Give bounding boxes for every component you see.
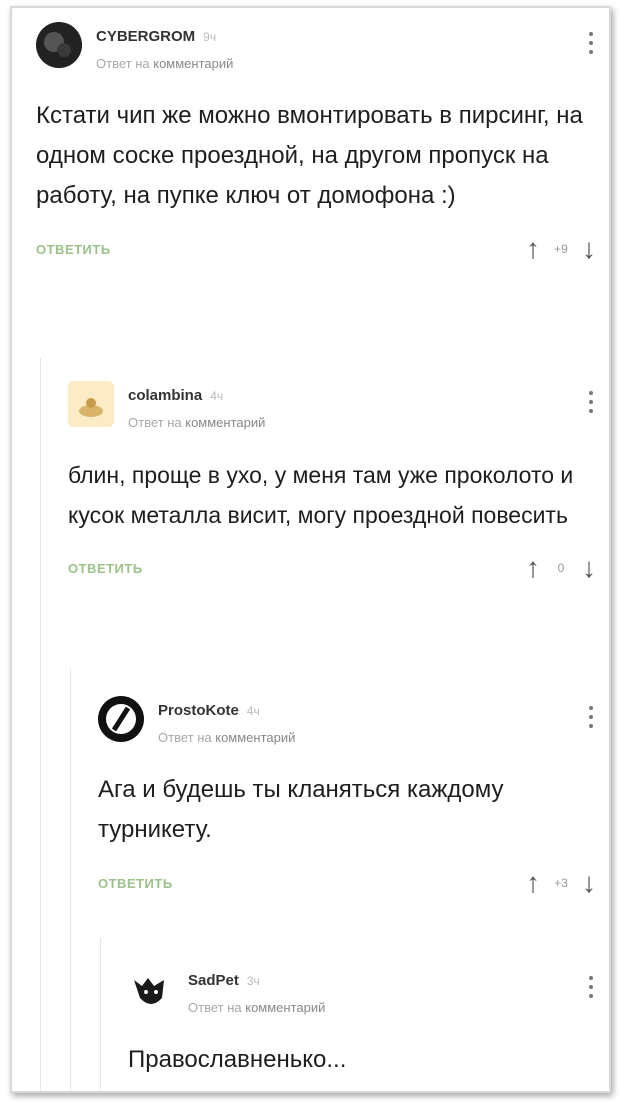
- avatar-image: [134, 978, 164, 1004]
- downvote-icon[interactable]: ↓: [582, 234, 596, 264]
- comments-panel: CYBERGROM 9ч Ответ на комментарий Кстати …: [10, 6, 611, 1093]
- vote-controls: ↑ +3 ↓: [526, 868, 596, 898]
- thread-line: [40, 358, 41, 1091]
- comment-text: Православненько...: [128, 1046, 347, 1073]
- reply-to: Ответ на комментарий: [128, 415, 265, 430]
- vote-controls: ↑ +9 ↓: [526, 234, 596, 264]
- comment-time: 4ч: [246, 704, 260, 718]
- author-name[interactable]: CYBERGROM 9ч: [96, 28, 216, 45]
- reply-to: Ответ на комментарий: [188, 1000, 325, 1015]
- comment-time: 3ч: [246, 974, 260, 988]
- more-menu-icon[interactable]: [586, 706, 596, 736]
- avatar-image: [36, 22, 82, 68]
- reply-to-prefix: Ответ на: [188, 1000, 242, 1015]
- comment-text: блин, проще в ухо, у меня там уже прокол…: [68, 462, 574, 528]
- reply-to-prefix: Ответ на: [158, 730, 212, 745]
- reply-button[interactable]: ОТВЕТИТЬ: [36, 242, 111, 257]
- thread-line: [70, 668, 71, 1091]
- avatar[interactable]: [68, 381, 114, 427]
- upvote-icon[interactable]: ↑: [526, 234, 540, 264]
- comment-header: colambina 4ч Ответ на комментарий: [68, 373, 604, 443]
- comment-text: Кстати чип же можно вмонтировать в пирси…: [36, 102, 583, 209]
- reply-to-link[interactable]: комментарий: [153, 56, 233, 71]
- upvote-icon[interactable]: ↑: [526, 553, 540, 583]
- comment-text: Ага и будешь ты кланяться каждому турник…: [98, 776, 504, 843]
- rating-value: +9: [554, 242, 568, 256]
- avatar[interactable]: [98, 696, 144, 742]
- reply-to: Ответ на комментарий: [96, 56, 233, 71]
- comment: CYBERGROM 9ч Ответ на комментарий Кстати …: [36, 14, 604, 274]
- reply-to-prefix: Ответ на: [128, 415, 182, 430]
- thread-line: [100, 938, 101, 1091]
- comment: colambina 4ч Ответ на комментарий блин, п…: [68, 373, 604, 593]
- avatar[interactable]: [128, 966, 174, 1012]
- comment: ProstoKote 4ч Ответ на комментарий Ага и …: [98, 688, 604, 908]
- upvote-icon[interactable]: ↑: [526, 868, 540, 898]
- comment-actions: ОТВЕТИТЬ ↑ +9 ↓: [36, 234, 604, 274]
- comment-time: 4ч: [210, 389, 224, 403]
- author-name[interactable]: colambina 4ч: [128, 387, 223, 404]
- avatar-image: [99, 697, 143, 741]
- comment-header: SadPet 3ч Ответ на комментарий: [128, 958, 604, 1028]
- more-menu-icon[interactable]: [586, 32, 596, 62]
- downvote-icon[interactable]: ↓: [582, 553, 596, 583]
- more-menu-icon[interactable]: [586, 391, 596, 421]
- vote-controls: ↑ 0 ↓: [526, 553, 596, 583]
- reply-button[interactable]: ОТВЕТИТЬ: [98, 876, 173, 891]
- downvote-icon[interactable]: ↓: [582, 868, 596, 898]
- reply-to-link[interactable]: комментарий: [185, 415, 265, 430]
- reply-to-link[interactable]: комментарий: [245, 1000, 325, 1015]
- comment-header: CYBERGROM 9ч Ответ на комментарий: [36, 14, 604, 84]
- reply-to-link[interactable]: комментарий: [215, 730, 295, 745]
- author-name[interactable]: ProstoKote 4ч: [158, 702, 260, 719]
- rating-value: +3: [554, 876, 568, 890]
- comment-header: ProstoKote 4ч Ответ на комментарий: [98, 688, 604, 758]
- author-name-text: colambina: [128, 387, 203, 404]
- avatar[interactable]: [36, 22, 82, 68]
- comment-actions: ОТВЕТИТЬ ↑ 0 ↓: [68, 553, 604, 593]
- author-name-text: ProstoKote: [158, 702, 239, 719]
- more-menu-icon[interactable]: [586, 976, 596, 1006]
- reply-button[interactable]: ОТВЕТИТЬ: [68, 561, 143, 576]
- rating-value: 0: [557, 561, 565, 575]
- avatar-image: [68, 381, 114, 427]
- reply-to: Ответ на комментарий: [158, 730, 295, 745]
- comment-actions: ОТВЕТИТЬ ↑ +3 ↓: [98, 868, 604, 908]
- comment-time: 9ч: [203, 30, 217, 44]
- author-name-text: SadPet: [188, 972, 239, 989]
- comment: SadPet 3ч Ответ на комментарий Православн…: [128, 958, 604, 1080]
- reply-to-prefix: Ответ на: [96, 56, 150, 71]
- author-name[interactable]: SadPet 3ч: [188, 972, 260, 989]
- author-name-text: CYBERGROM: [96, 28, 196, 45]
